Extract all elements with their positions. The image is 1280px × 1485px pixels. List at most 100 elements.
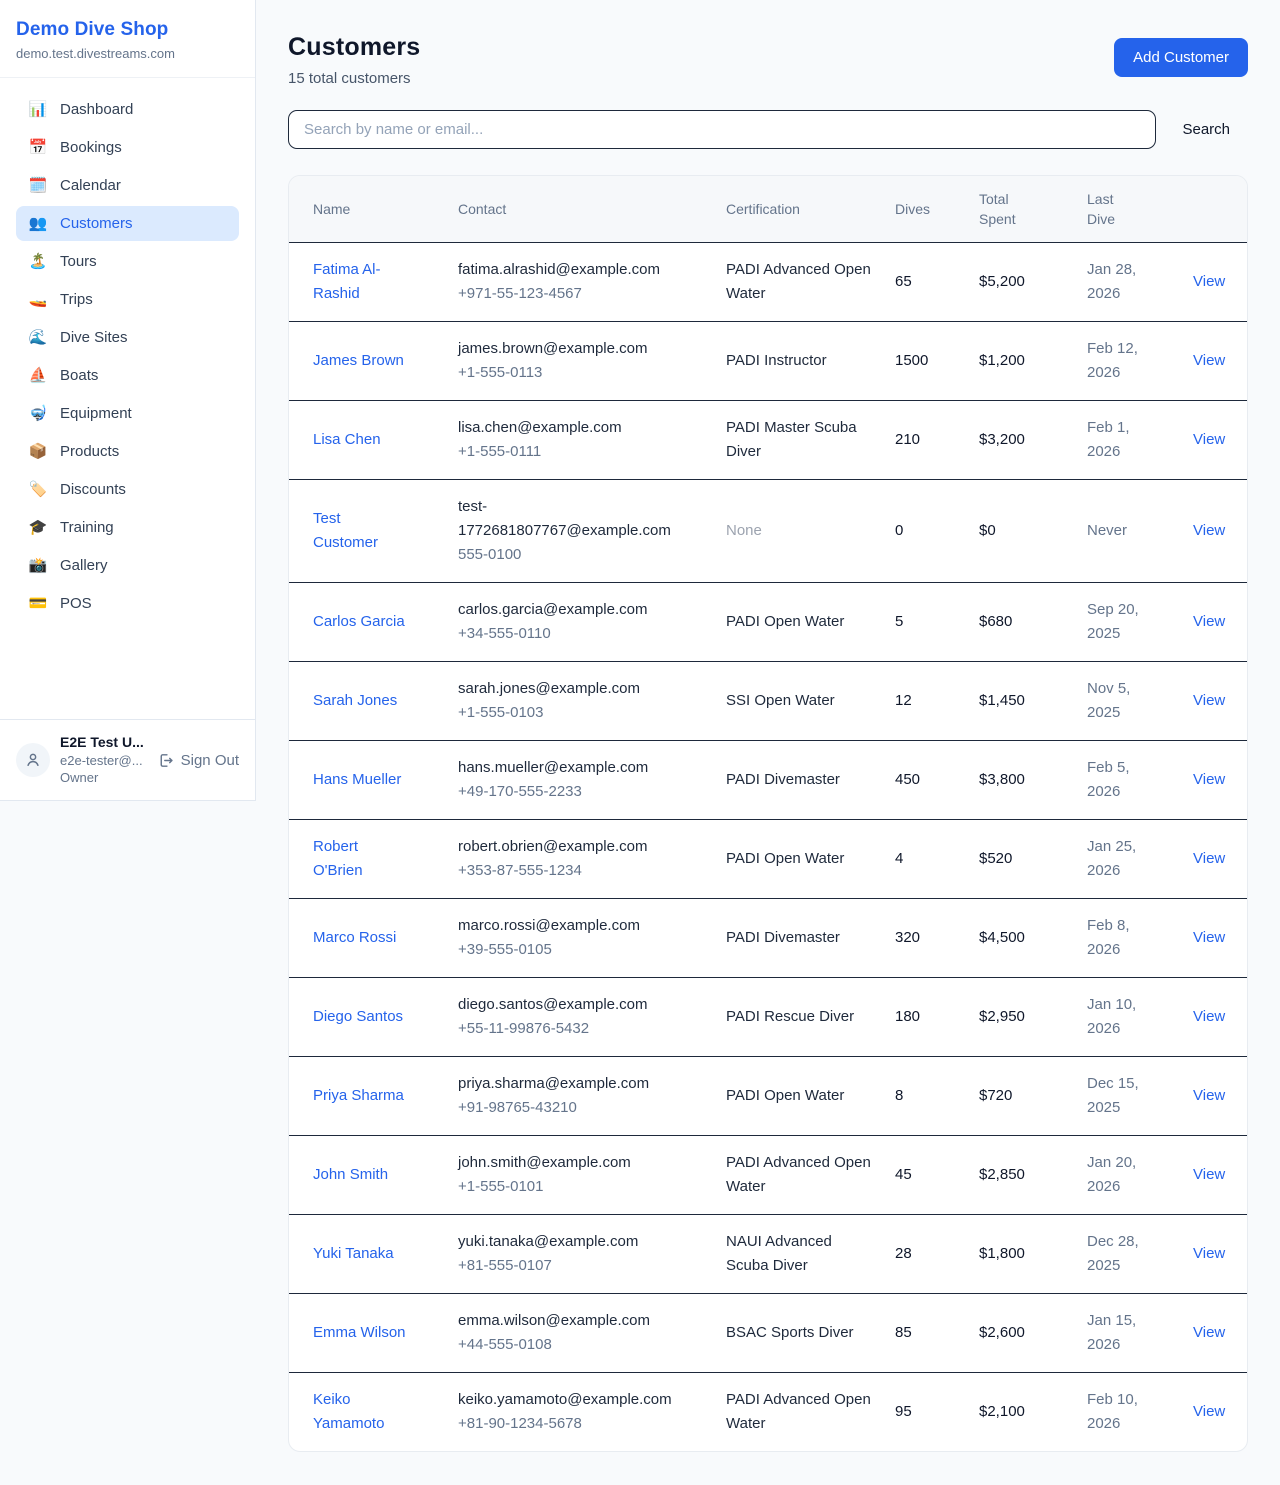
sidebar-item-bookings[interactable]: 📅 Bookings [16,130,239,165]
certification-value: PADI Advanced Open Water [726,258,876,306]
sidebar-item-discounts[interactable]: 🏷️ Discounts [16,472,239,507]
sidebar-item-trips[interactable]: 🚤 Trips [16,282,239,317]
table-row: Hans Mueller hans.mueller@example.com +4… [289,741,1247,820]
user-email: e2e-tester@... [60,752,147,770]
customer-name-link[interactable]: Diego Santos [313,1005,403,1029]
total-spent-value: $3,200 [979,428,1087,452]
sidebar-item-boats[interactable]: ⛵ Boats [16,358,239,393]
sign-out-button[interactable]: Sign Out [157,752,239,769]
view-link[interactable]: View [1193,929,1225,946]
page-header: Customers 15 total customers Add Custome… [288,33,1248,87]
contact-cell: diego.santos@example.com +55-11-99876-54… [458,993,726,1041]
table-row: Diego Santos diego.santos@example.com +5… [289,978,1247,1057]
sidebar-item-gallery[interactable]: 📸 Gallery [16,548,239,583]
customer-email: yuki.tanaka@example.com [458,1230,680,1254]
customer-name-link[interactable]: Yuki Tanaka [313,1242,394,1266]
customer-phone: +34-555-0110 [458,622,714,646]
customer-name-link[interactable]: Sarah Jones [313,689,397,713]
customer-name-link[interactable]: Robert O'Brien [313,835,408,883]
sidebar-item-customers[interactable]: 👥 Customers [16,206,239,241]
sidebar-item-dive-sites[interactable]: 🌊 Dive Sites [16,320,239,355]
customer-name-link[interactable]: Emma Wilson [313,1321,406,1345]
sidebar-item-training[interactable]: 🎓 Training [16,510,239,545]
view-link[interactable]: View [1193,613,1225,630]
contact-cell: robert.obrien@example.com +353-87-555-12… [458,835,726,883]
sidebar-item-dashboard[interactable]: 📊 Dashboard [16,92,239,127]
people-icon: 👥 [28,216,48,231]
search-input[interactable] [288,110,1156,149]
customer-email: robert.obrien@example.com [458,835,680,859]
brand-name: Demo Dive Shop [16,19,239,41]
customer-name-link[interactable]: Test Customer [313,507,408,555]
sidebar-item-calendar[interactable]: 🗓️ Calendar [16,168,239,203]
customer-name-link[interactable]: John Smith [313,1163,388,1187]
view-link[interactable]: View [1193,273,1225,290]
customer-name-link[interactable]: Carlos Garcia [313,610,405,634]
customer-phone: +81-555-0107 [458,1254,714,1278]
total-spent-value: $2,950 [979,1005,1087,1029]
customer-name-link[interactable]: Marco Rossi [313,926,396,950]
customer-phone: +1-555-0113 [458,361,714,385]
view-link[interactable]: View [1193,431,1225,448]
view-link[interactable]: View [1193,692,1225,709]
last-dive-value: Feb 5, 2026 [1087,756,1151,804]
table-row: Keiko Yamamoto keiko.yamamoto@example.co… [289,1373,1247,1451]
sidebar-item-label: Equipment [60,405,132,422]
customer-name-link[interactable]: James Brown [313,349,404,373]
sidebar-item-products[interactable]: 📦 Products [16,434,239,469]
view-link[interactable]: View [1193,1166,1225,1183]
diving-mask-icon: 🤿 [28,406,48,421]
certification-value: PADI Open Water [726,610,876,634]
total-spent-value: $3,800 [979,768,1087,792]
customer-phone: +353-87-555-1234 [458,859,714,883]
last-dive-value: Jan 25, 2026 [1087,835,1151,883]
view-link[interactable]: View [1193,1008,1225,1025]
last-dive-value: Sep 20, 2025 [1087,598,1151,646]
certification-value: SSI Open Water [726,689,876,713]
view-link[interactable]: View [1193,850,1225,867]
calendar-pad-icon: 🗓️ [28,178,48,193]
view-link[interactable]: View [1193,1324,1225,1341]
graduation-cap-icon: 🎓 [28,520,48,535]
dives-value: 210 [895,428,979,452]
customer-name-link[interactable]: Lisa Chen [313,428,381,452]
table-body: Fatima Al-Rashid fatima.alrashid@example… [289,243,1247,1451]
speedboat-icon: 🚤 [28,292,48,307]
total-spent-value: $1,800 [979,1242,1087,1266]
certification-value: PADI Advanced Open Water [726,1151,876,1199]
customer-name-link[interactable]: Priya Sharma [313,1084,404,1108]
last-dive-value: Jan 20, 2026 [1087,1151,1151,1199]
view-link[interactable]: View [1193,522,1225,539]
view-link[interactable]: View [1193,352,1225,369]
dives-value: 5 [895,610,979,634]
sidebar-item-label: Bookings [60,139,122,156]
sidebar-item-tours[interactable]: 🏝️ Tours [16,244,239,279]
view-link[interactable]: View [1193,771,1225,788]
table-row: Yuki Tanaka yuki.tanaka@example.com +81-… [289,1215,1247,1294]
sidebar-item-equipment[interactable]: 🤿 Equipment [16,396,239,431]
search-button[interactable]: Search [1182,121,1230,138]
contact-cell: emma.wilson@example.com +44-555-0108 [458,1309,726,1357]
customer-phone: +49-170-555-2233 [458,780,714,804]
customer-name-link[interactable]: Keiko Yamamoto [313,1388,408,1436]
contact-cell: yuki.tanaka@example.com +81-555-0107 [458,1230,726,1278]
sidebar-item-label: Training [60,519,114,536]
certification-value: PADI Divemaster [726,768,876,792]
view-link[interactable]: View [1193,1087,1225,1104]
certification-value: PADI Open Water [726,847,876,871]
view-link[interactable]: View [1193,1245,1225,1262]
contact-cell: marco.rossi@example.com +39-555-0105 [458,914,726,962]
customer-email: hans.mueller@example.com [458,756,680,780]
last-dive-value: Jan 15, 2026 [1087,1309,1151,1357]
view-link[interactable]: View [1193,1403,1225,1420]
table-row: Priya Sharma priya.sharma@example.com +9… [289,1057,1247,1136]
tag-icon: 🏷️ [28,482,48,497]
customer-name-link[interactable]: Fatima Al-Rashid [313,258,408,306]
customer-name-link[interactable]: Hans Mueller [313,768,401,792]
sidebar-item-pos[interactable]: 💳 POS [16,586,239,621]
certification-value: PADI Rescue Diver [726,1005,876,1029]
customers-table: Name Contact Certification Dives Total S… [288,175,1248,1452]
dives-value: 4 [895,847,979,871]
add-customer-button[interactable]: Add Customer [1114,38,1248,77]
customer-email: keiko.yamamoto@example.com [458,1388,680,1412]
